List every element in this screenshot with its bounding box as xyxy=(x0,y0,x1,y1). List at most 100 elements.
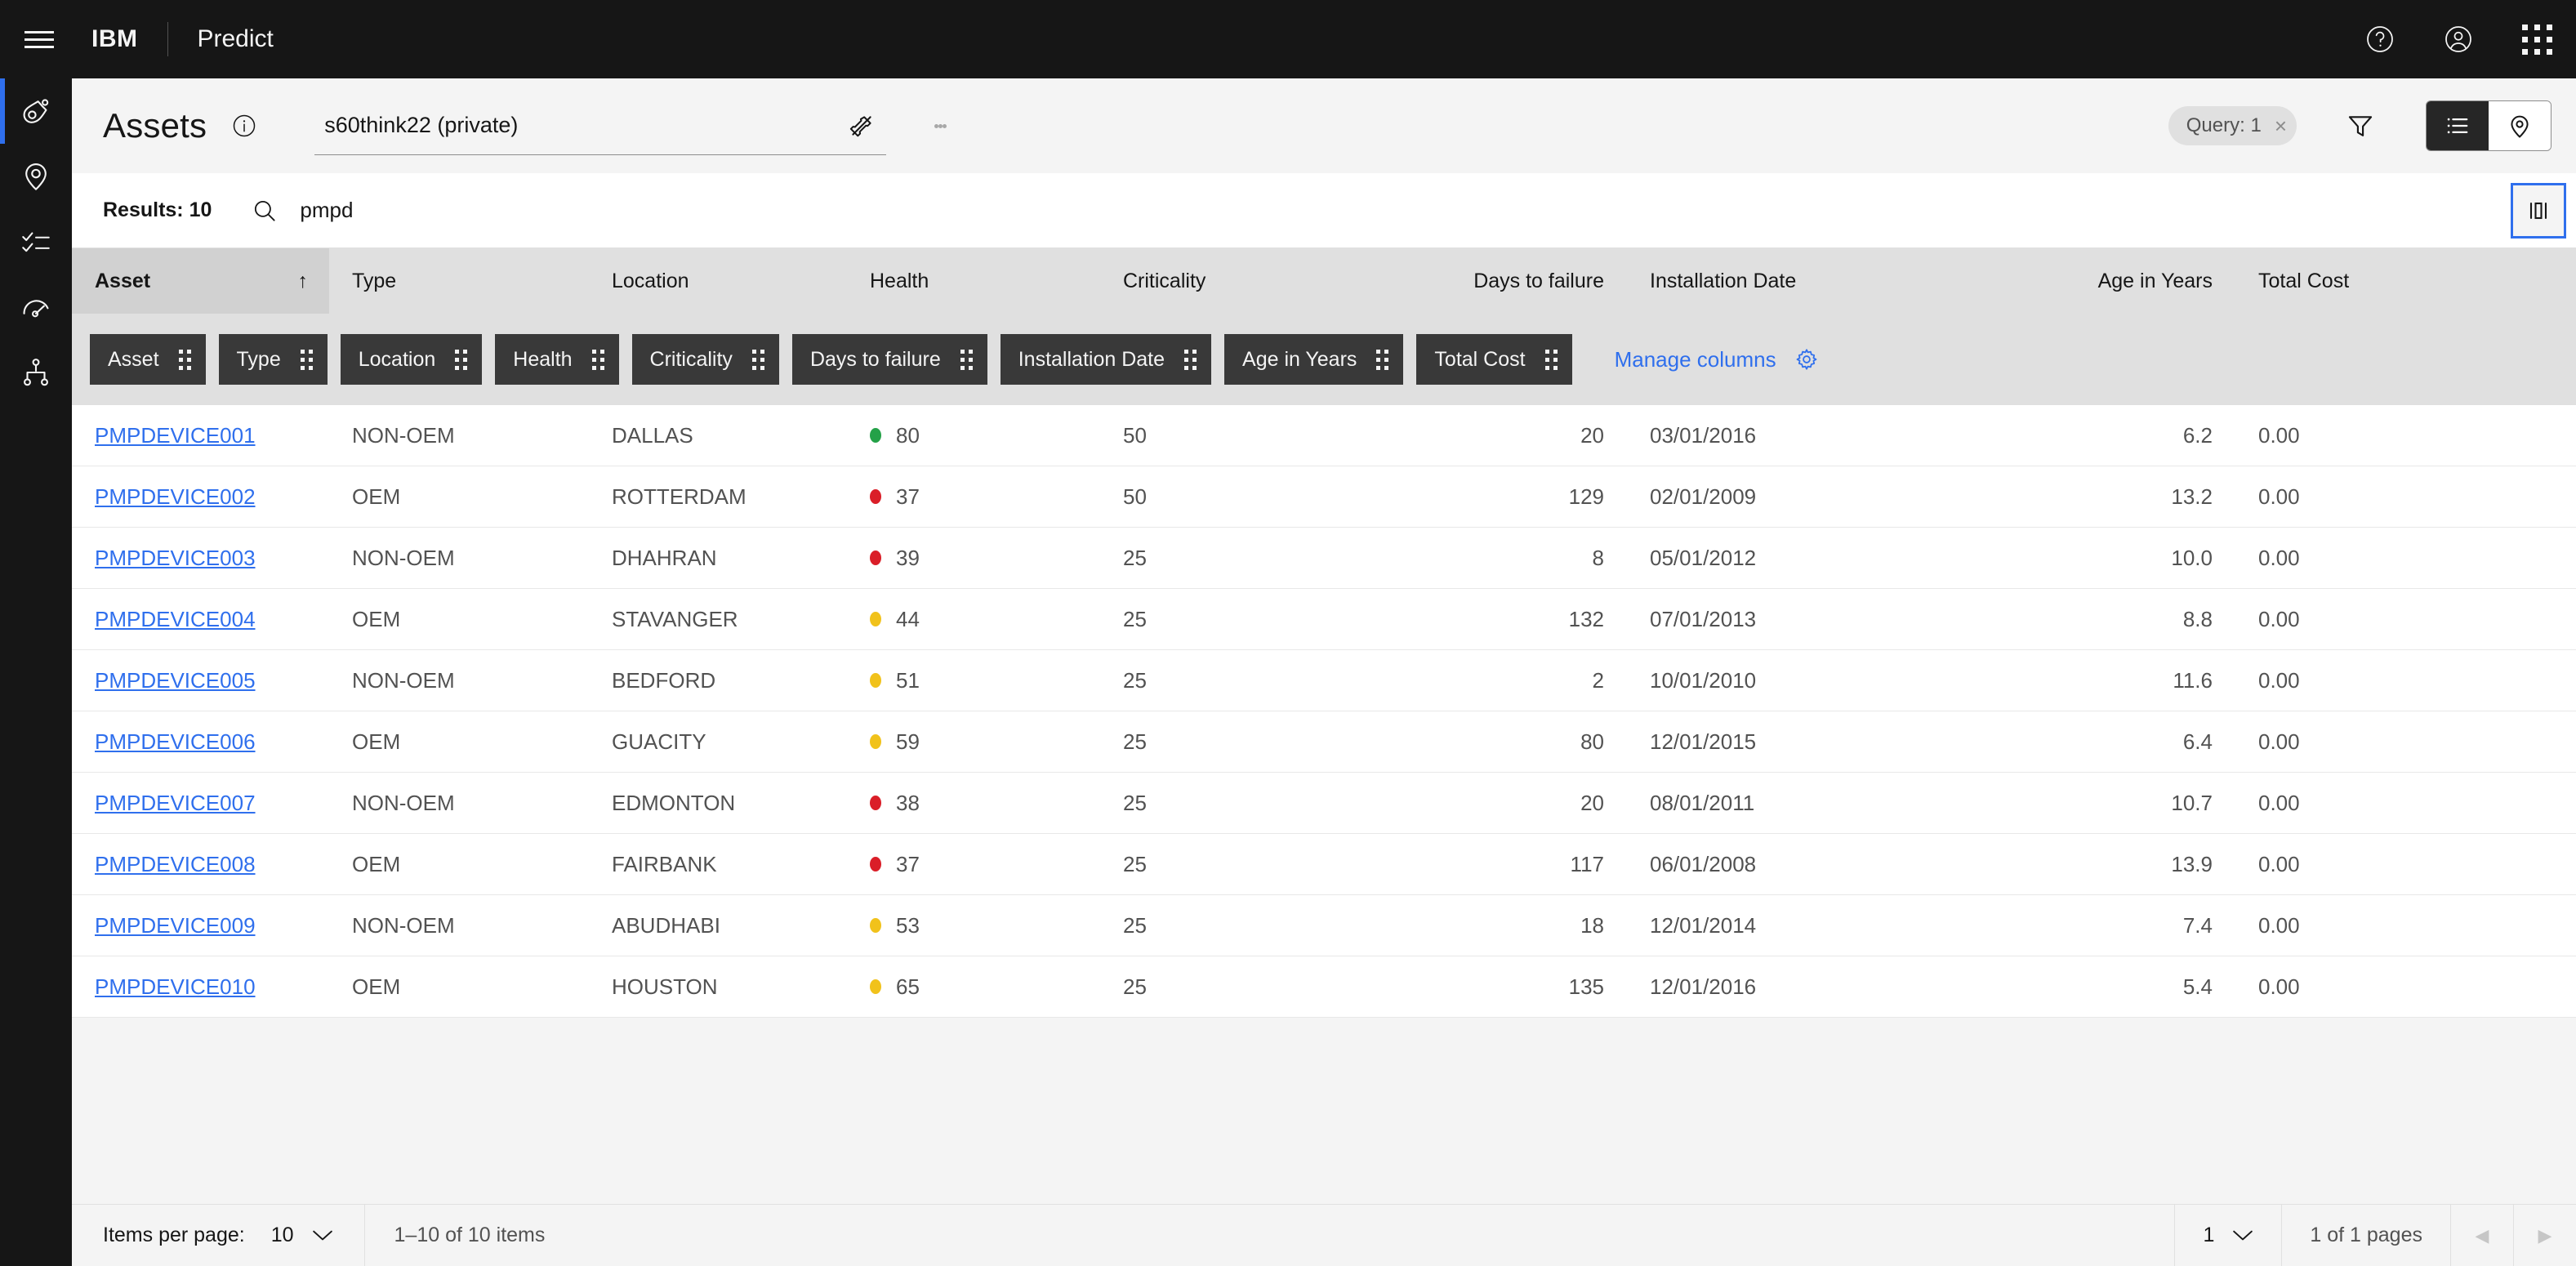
cell-location: FAIRBANK xyxy=(612,851,717,876)
column-header-days-to-failure[interactable]: Days to failure xyxy=(1423,248,1627,314)
asset-link[interactable]: PMPDEVICE002 xyxy=(95,484,256,510)
close-icon[interactable]: × xyxy=(2275,115,2287,136)
cell-health: 65 xyxy=(847,974,1100,1000)
column-chip-age-in-years[interactable]: Age in Years xyxy=(1224,334,1404,385)
cell-age-in-years: 5.4 xyxy=(2182,974,2213,999)
column-header-type[interactable]: Type xyxy=(329,248,589,314)
cell-installation-date: 05/01/2012 xyxy=(1650,545,1757,570)
column-chip-criticality[interactable]: Criticality xyxy=(631,334,779,385)
column-header-asset[interactable]: Asset ↑ xyxy=(72,248,329,314)
table-row[interactable]: PMPDEVICE004 OEM STAVANGER 44 25 132 07/01/201… xyxy=(72,589,2576,650)
hamburger-menu-icon[interactable] xyxy=(0,0,78,78)
cell-installation-date: 12/01/2014 xyxy=(1650,912,1757,938)
health-status-dot xyxy=(870,857,881,871)
asset-link[interactable]: PMPDEVICE001 xyxy=(95,423,256,448)
column-chip-health[interactable]: Health xyxy=(495,334,619,385)
column-header-criticality[interactable]: Criticality xyxy=(1100,248,1423,314)
asset-link[interactable]: PMPDEVICE008 xyxy=(95,852,256,877)
search-icon[interactable] xyxy=(251,197,279,225)
column-chip-type[interactable]: Type xyxy=(218,334,328,385)
drag-handle-icon[interactable] xyxy=(960,349,973,370)
asset-link[interactable]: PMPDEVICE007 xyxy=(95,791,256,816)
cell-location: GUACITY xyxy=(612,729,706,754)
column-header-location[interactable]: Location xyxy=(589,248,847,314)
cell-installation-date: 12/01/2016 xyxy=(1650,974,1757,999)
column-chip-installation-date[interactable]: Installation Date xyxy=(1000,334,1212,385)
asset-link[interactable]: PMPDEVICE004 xyxy=(95,607,256,632)
next-page-button[interactable]: ▶ xyxy=(2514,1205,2576,1266)
drag-handle-icon[interactable] xyxy=(751,349,764,370)
table-row[interactable]: PMPDEVICE006 OEM GUACITY 59 25 80 12/01/2015 6.… xyxy=(72,711,2576,773)
health-value: 51 xyxy=(896,667,920,693)
health-value: 65 xyxy=(896,974,920,999)
user-avatar-icon[interactable] xyxy=(2419,0,2498,78)
column-header-health[interactable]: Health xyxy=(847,248,1100,314)
sidebar-item-hierarchy[interactable] xyxy=(0,340,72,405)
pin-off-icon[interactable] xyxy=(844,108,880,144)
drag-handle-icon[interactable] xyxy=(300,349,313,370)
results-count-label: Results: 10 xyxy=(103,198,212,221)
asset-link[interactable]: PMPDEVICE003 xyxy=(95,546,256,571)
column-chip-label: Criticality xyxy=(649,347,733,371)
items-per-page-label: Items per page: xyxy=(103,1224,245,1246)
asset-link[interactable]: PMPDEVICE005 xyxy=(95,668,256,693)
drag-handle-icon[interactable] xyxy=(1544,349,1558,370)
page-header: Assets s60think22 (private) Query: 1 × xyxy=(72,78,2576,173)
column-chip-location[interactable]: Location xyxy=(340,334,483,385)
column-chip-label: Age in Years xyxy=(1242,347,1357,371)
map-view-icon[interactable] xyxy=(2489,101,2551,150)
table-row[interactable]: PMPDEVICE003 NON-OEM DHAHRAN 39 25 8 05/01/201… xyxy=(72,528,2576,589)
cell-location: STAVANGER xyxy=(612,606,738,631)
chevron-down-icon xyxy=(312,1225,333,1246)
drag-handle-icon[interactable] xyxy=(1376,349,1389,370)
table-row[interactable]: PMPDEVICE007 NON-OEM EDMONTON 38 25 20 08/01/2… xyxy=(72,773,2576,834)
search-input[interactable] xyxy=(300,198,1036,223)
asset-link[interactable]: PMPDEVICE010 xyxy=(95,974,256,1000)
drag-handle-icon[interactable] xyxy=(1184,349,1197,370)
cell-criticality: 25 xyxy=(1123,667,1147,693)
information-icon[interactable] xyxy=(231,113,257,139)
column-chip-days-to-failure[interactable]: Days to failure xyxy=(791,334,987,385)
overflow-menu-icon[interactable] xyxy=(922,103,958,149)
side-panel-icon[interactable] xyxy=(2511,183,2566,238)
cell-type: NON-OEM xyxy=(352,912,455,938)
global-header-actions xyxy=(2341,0,2576,78)
table-row[interactable]: PMPDEVICE008 OEM FAIRBANK 37 25 117 06/01/2008… xyxy=(72,834,2576,895)
asset-link[interactable]: PMPDEVICE006 xyxy=(95,729,256,755)
column-chip-total-cost[interactable]: Total Cost xyxy=(1416,334,1572,385)
table-row[interactable]: PMPDEVICE009 NON-OEM ABUDHABI 53 25 18 12/01/2… xyxy=(72,895,2576,956)
page-number-select[interactable]: 1 xyxy=(2175,1224,2281,1247)
table-row[interactable]: PMPDEVICE010 OEM HOUSTON 65 25 135 12/01/2016 5… xyxy=(72,956,2576,1018)
drag-handle-icon[interactable] xyxy=(178,349,191,370)
column-header-age-in-years[interactable]: Age in Years xyxy=(1962,248,2235,314)
filter-icon[interactable] xyxy=(2336,101,2385,150)
sidebar-item-locations[interactable] xyxy=(0,144,72,209)
cell-age-in-years: 10.7 xyxy=(2171,790,2213,815)
column-header-installation-date[interactable]: Installation Date xyxy=(1627,248,1962,314)
drag-handle-icon[interactable] xyxy=(455,349,468,370)
cell-installation-date: 02/01/2009 xyxy=(1650,484,1757,509)
help-icon[interactable] xyxy=(2341,0,2419,78)
asset-link[interactable]: PMPDEVICE009 xyxy=(95,913,256,938)
items-per-page-select[interactable]: 10 xyxy=(271,1224,333,1247)
table-row[interactable]: PMPDEVICE005 NON-OEM BEDFORD 51 25 2 10/01/201… xyxy=(72,650,2576,711)
column-chip-asset[interactable]: Asset xyxy=(90,334,206,385)
cell-age-in-years: 6.4 xyxy=(2182,729,2213,754)
column-header-total-cost[interactable]: Total Cost xyxy=(2235,248,2480,314)
query-filter-tag[interactable]: Query: 1 × xyxy=(2168,106,2297,145)
list-view-icon[interactable] xyxy=(2427,101,2489,150)
sidebar-item-tasks[interactable] xyxy=(0,209,72,274)
previous-page-button[interactable]: ◀ xyxy=(2451,1205,2513,1266)
app-switcher-grid xyxy=(2521,24,2552,55)
app-switcher-icon[interactable] xyxy=(2498,0,2576,78)
table-row[interactable]: PMPDEVICE002 OEM ROTTERDAM 37 50 129 02/01/200… xyxy=(72,466,2576,528)
cell-health: 39 xyxy=(847,546,1100,571)
cell-criticality: 25 xyxy=(1123,974,1147,999)
sidebar-item-assets[interactable] xyxy=(0,78,72,144)
drag-handle-icon[interactable] xyxy=(591,349,604,370)
sidebar-item-performance[interactable] xyxy=(0,274,72,340)
manage-columns-button[interactable]: Manage columns xyxy=(1615,347,1819,372)
table-row[interactable]: PMPDEVICE001 NON-OEM DALLAS 80 50 20 03/01/201… xyxy=(72,405,2576,466)
column-chips-row: Asset Type Location Health Criticality Days t… xyxy=(72,314,2576,405)
query-select[interactable]: s60think22 (private) xyxy=(314,96,887,155)
